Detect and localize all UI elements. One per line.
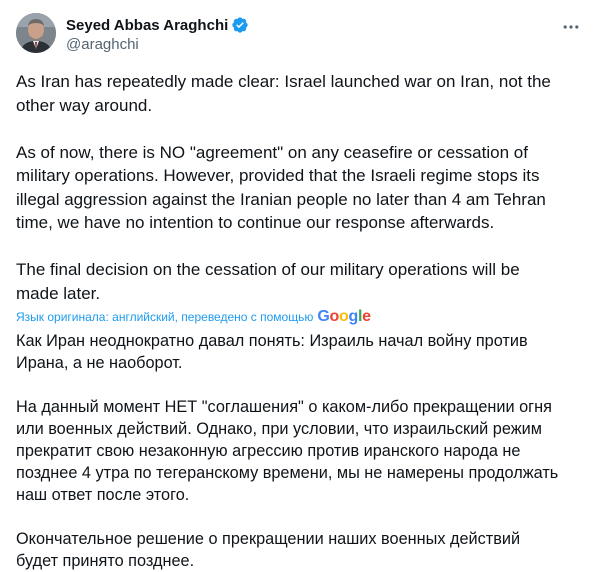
google-logo-icon: Google: [317, 308, 371, 325]
avatar[interactable]: [16, 13, 56, 53]
tweet-text: As Iran has repeatedly made clear: Israe…: [16, 70, 576, 305]
tweet-header: Seyed Abbas Araghchi @araghchi: [16, 13, 583, 57]
tweet-paragraph: As of now, there is NO "agreement" on an…: [16, 142, 546, 233]
translated-text: Как Иран неоднократно давал понять: Изра…: [16, 330, 576, 572]
tweet-content: As Iran has repeatedly made clear: Israe…: [16, 70, 576, 572]
verified-badge-icon[interactable]: [231, 16, 249, 34]
author-info: Seyed Abbas Araghchi @araghchi: [66, 15, 249, 53]
translated-paragraph: Как Иран неоднократно давал понять: Изра…: [16, 332, 528, 372]
more-horizontal-icon: [563, 25, 579, 29]
translation-attribution[interactable]: Язык оригинала: английский, переведено с…: [16, 307, 576, 327]
translated-paragraph: Окончательное решение о прекращении наши…: [16, 530, 521, 570]
tweet-paragraph: The final decision on the cessation of o…: [16, 260, 520, 303]
name-row: Seyed Abbas Araghchi: [66, 15, 249, 35]
tweet-card: Seyed Abbas Araghchi @araghchi As Iran h…: [0, 0, 599, 570]
handle[interactable]: @araghchi: [66, 36, 249, 53]
avatar-photo-icon: [16, 13, 56, 53]
more-options-button[interactable]: [559, 15, 583, 39]
translation-label[interactable]: Язык оригинала: английский, переведено с…: [16, 310, 313, 324]
display-name[interactable]: Seyed Abbas Araghchi: [66, 17, 228, 34]
translated-paragraph: На данный момент НЕТ "соглашения" о како…: [16, 398, 559, 504]
tweet-paragraph: As Iran has repeatedly made clear: Israe…: [16, 72, 551, 115]
